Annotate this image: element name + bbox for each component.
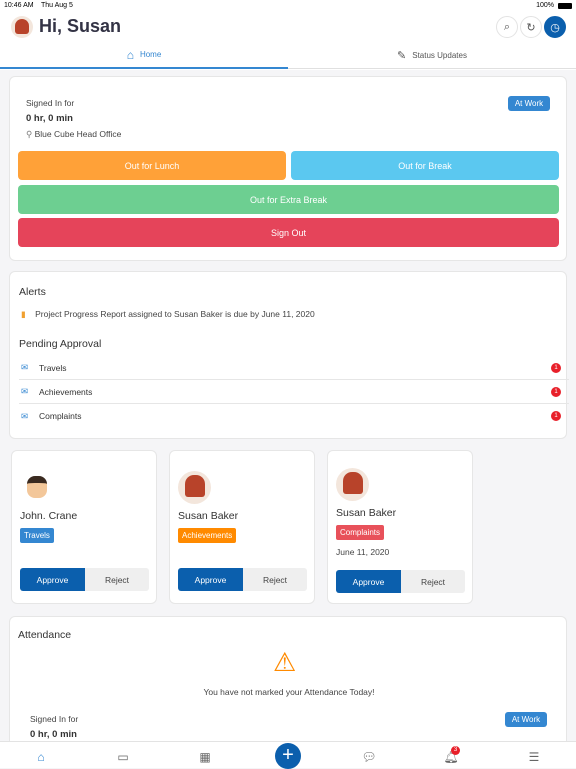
clock-icon: ◷ bbox=[550, 21, 560, 34]
mail-icon: ✉ bbox=[21, 386, 29, 396]
signed-in-label: Signed In for bbox=[30, 714, 79, 724]
attendance-card: Attendance ⚠ You have not marked your At… bbox=[9, 616, 567, 756]
refresh-button[interactable]: ↻ bbox=[520, 16, 542, 38]
search-icon: ⌕ bbox=[503, 20, 511, 33]
status-badge[interactable]: At Work bbox=[508, 96, 550, 111]
reject-button[interactable]: Reject bbox=[243, 568, 307, 591]
nav-home-icon[interactable]: ⌂ bbox=[31, 750, 51, 764]
avatar bbox=[21, 471, 53, 503]
warning-icon: ⚠ bbox=[273, 647, 297, 677]
battery-level: 100% bbox=[536, 2, 554, 9]
pending-title: Pending Approval bbox=[19, 338, 102, 350]
pending-label: Complaints bbox=[39, 411, 82, 421]
nav-contacts-icon[interactable]: ▭ bbox=[113, 750, 133, 764]
tab-label: Home bbox=[139, 50, 162, 59]
status-date: Thu Aug 5 bbox=[41, 2, 73, 9]
add-button[interactable]: + bbox=[275, 743, 301, 769]
pending-item-achievements[interactable]: ✉ Achievements 1 bbox=[19, 380, 569, 404]
page-title: Hi, Susan bbox=[39, 16, 122, 36]
due-date: June 11, 2020 bbox=[336, 547, 390, 557]
category-tag: Complaints bbox=[336, 525, 385, 540]
signed-in-duration: 0 hr, 0 min bbox=[30, 729, 77, 740]
tab-home[interactable]: ⌂ Home bbox=[0, 42, 288, 69]
alerts-card: Alerts ▮ Project Progress Report assigne… bbox=[9, 271, 569, 439]
mail-icon: ✉ bbox=[21, 362, 29, 372]
sign-out-button[interactable]: Sign Out bbox=[18, 218, 559, 247]
approve-button[interactable]: Approve bbox=[20, 568, 85, 591]
approval-card: Susan Baker Achievements Approve Reject bbox=[169, 450, 315, 604]
out-for-break-button[interactable]: Out for Break bbox=[291, 151, 559, 180]
edit-icon: ✎ bbox=[397, 49, 407, 62]
signed-in-duration: 0 hr, 0 min bbox=[26, 113, 73, 124]
location-text: Blue Cube Head Office bbox=[34, 129, 122, 139]
search-button[interactable]: ⌕ bbox=[496, 16, 518, 38]
header: Hi, Susan ⌕ ↻ ◷ ⌂ Home ✎ Status Updates bbox=[0, 12, 576, 70]
mail-icon: ✉ bbox=[21, 410, 29, 421]
pending-label: Achievements bbox=[39, 386, 93, 397]
approval-card: John. Crane Travels Approve Reject bbox=[11, 450, 157, 604]
reject-button[interactable]: Reject bbox=[401, 570, 465, 593]
clock-button[interactable]: ◷ bbox=[544, 16, 566, 38]
nav-calendar-icon[interactable]: ▦ bbox=[195, 750, 215, 764]
category-tag: Travels bbox=[20, 528, 54, 543]
out-for-extra-break-button[interactable]: Out for Extra Break bbox=[18, 185, 559, 214]
nav-chat-icon[interactable]: 💬︎ bbox=[359, 750, 379, 764]
alert-text: Project Progress Report assigned to Susa… bbox=[35, 309, 315, 319]
signed-in-label: Signed In for bbox=[26, 98, 75, 108]
nav-menu-icon[interactable]: ☰ bbox=[524, 750, 544, 764]
attendance-title: Attendance bbox=[18, 629, 72, 641]
avatar bbox=[178, 471, 211, 504]
count-badge: 1 bbox=[551, 362, 561, 373]
bottom-nav: ⌂ ▭ ▦ + 💬︎ 🔔︎ 3 ☰ bbox=[0, 741, 576, 769]
attendance-warning: You have not marked your Attendance Toda… bbox=[203, 687, 375, 697]
refresh-icon: ↻ bbox=[526, 21, 536, 34]
pending-label: Travels bbox=[39, 362, 67, 373]
category-tag: Achievements bbox=[178, 528, 237, 543]
status-badge[interactable]: At Work bbox=[505, 712, 547, 727]
approve-button[interactable]: Approve bbox=[336, 570, 401, 593]
reject-button[interactable]: Reject bbox=[85, 568, 149, 591]
user-avatar[interactable] bbox=[11, 16, 33, 38]
alert-item[interactable]: ▮ Project Progress Report assigned to Su… bbox=[21, 309, 315, 320]
approval-card: Susan Baker Complaints June 11, 2020 App… bbox=[327, 450, 473, 604]
status-bar: 10:46 AM Thu Aug 5 100% bbox=[0, 0, 576, 12]
tab-status-updates[interactable]: ✎ Status Updates bbox=[288, 42, 576, 69]
clipboard-icon: ▮ bbox=[21, 309, 26, 319]
avatar bbox=[336, 468, 369, 501]
notification-badge: 3 bbox=[451, 746, 460, 755]
pending-item-travels[interactable]: ✉ Travels 1 bbox=[19, 356, 569, 380]
status-time: 10:46 AM bbox=[4, 2, 34, 9]
map-pin-icon: ⚲ bbox=[26, 129, 33, 139]
home-icon: ⌂ bbox=[126, 47, 134, 62]
out-for-lunch-button[interactable]: Out for Lunch bbox=[18, 151, 286, 180]
location: ⚲ Blue Cube Head Office bbox=[26, 129, 121, 140]
approve-button[interactable]: Approve bbox=[178, 568, 243, 591]
employee-name: Susan Baker bbox=[178, 510, 239, 522]
tab-label: Status Updates bbox=[412, 50, 467, 60]
employee-name: John. Crane bbox=[20, 510, 78, 522]
alerts-title: Alerts bbox=[19, 286, 46, 298]
sign-in-card: Signed In for 0 hr, 0 min ⚲ Blue Cube He… bbox=[9, 76, 567, 261]
count-badge: 1 bbox=[551, 411, 561, 421]
battery-icon bbox=[558, 3, 572, 9]
count-badge: 1 bbox=[551, 386, 561, 397]
employee-name: Susan Baker bbox=[336, 507, 397, 519]
pending-item-complaints[interactable]: ✉ Complaints 1 bbox=[19, 404, 569, 428]
